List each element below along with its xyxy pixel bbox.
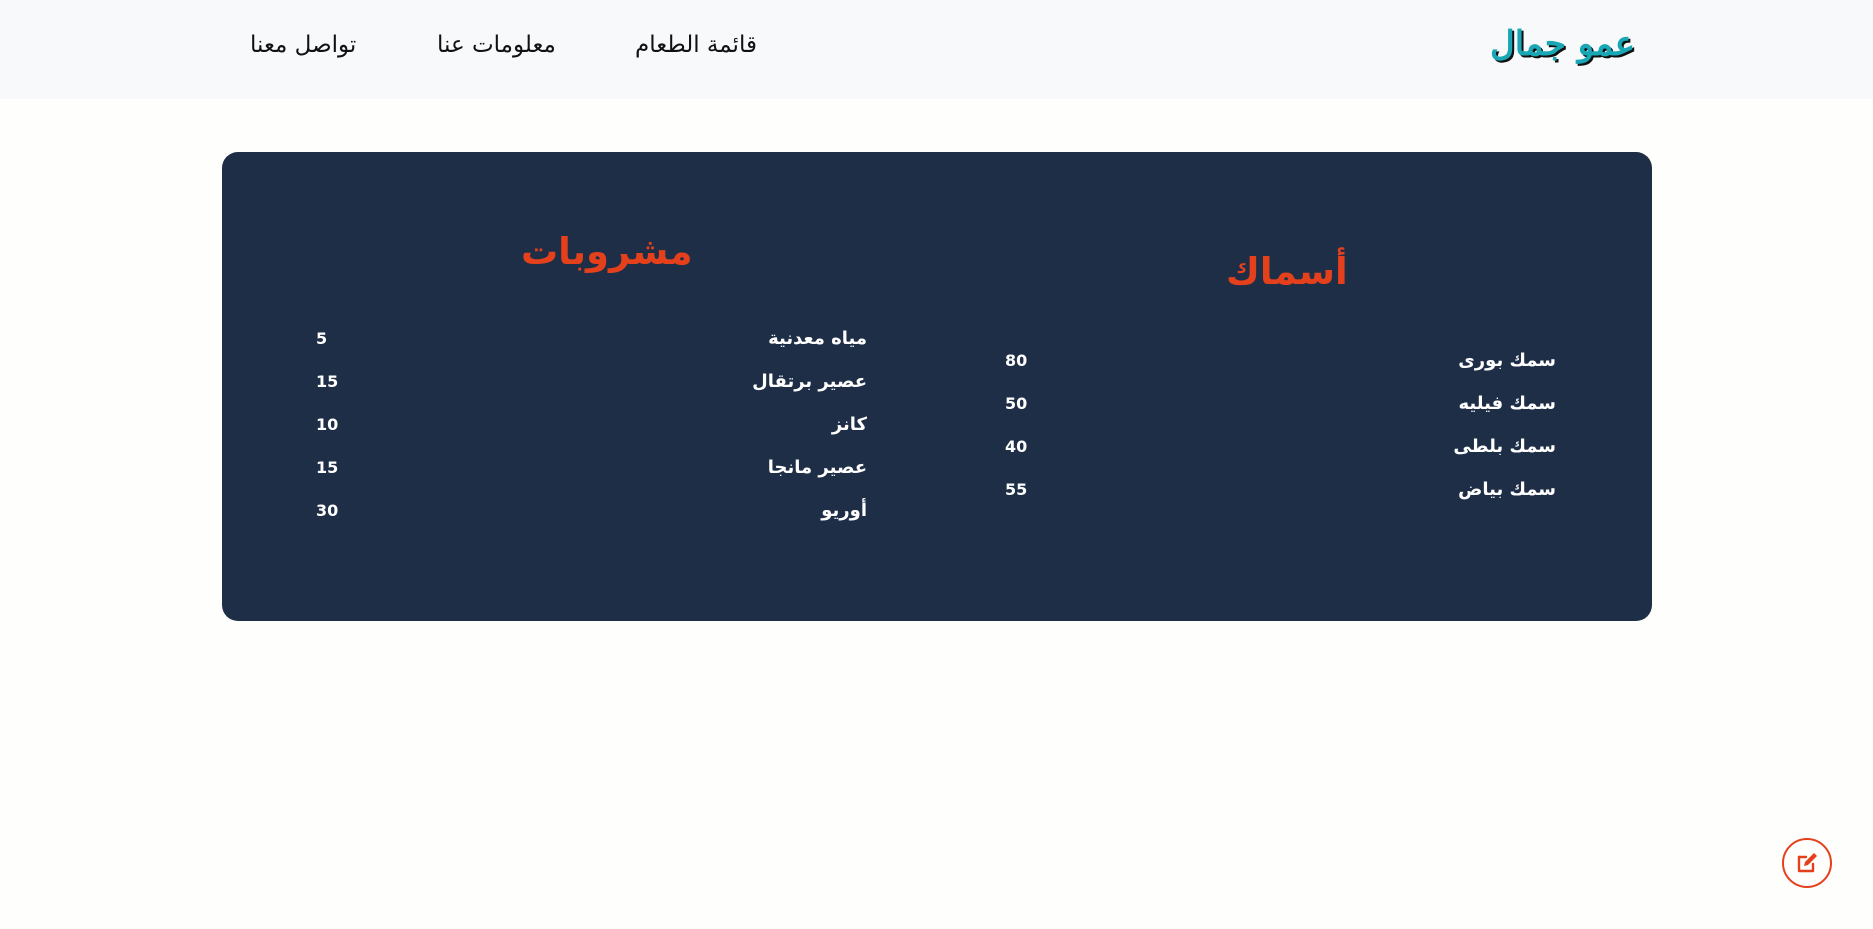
item-price: 55 [1005, 480, 1028, 499]
item-price: 15 [316, 458, 339, 477]
item-name: مياه معدنية [768, 328, 867, 349]
item-price: 50 [1005, 394, 1028, 413]
item-price: 80 [1005, 351, 1028, 370]
brand-logo[interactable]: عمو جمال [1490, 24, 1635, 64]
item-name: سمك بياض [1458, 479, 1556, 500]
item-name: عصير برتقال [752, 371, 867, 392]
nav-link-menu[interactable]: قائمة الطعام [635, 32, 757, 58]
drink-item: كانز 10 [316, 414, 867, 444]
item-name: سمك بورى [1458, 350, 1556, 371]
fish-item: سمك بورى 80 [1005, 350, 1556, 380]
item-price: 10 [316, 415, 339, 434]
edit-icon [1797, 853, 1817, 873]
item-name: كانز [831, 414, 867, 435]
drink-item: عصير مانجا 15 [316, 457, 867, 487]
item-name: أوريو [821, 500, 867, 521]
drink-item: مياه معدنية 5 [316, 328, 867, 358]
item-price: 15 [316, 372, 339, 391]
fish-item: سمك بلطى 40 [1005, 436, 1556, 466]
navbar: عمو جمال قائمة الطعام معلومات عنا تواصل … [0, 0, 1873, 99]
item-name: عصير مانجا [767, 457, 867, 478]
fish-section-title: أسماك [1226, 250, 1348, 293]
fish-item: سمك فيليه 50 [1005, 393, 1556, 423]
drink-item: أوريو 30 [316, 500, 867, 530]
fish-item: سمك بياض 55 [1005, 479, 1556, 509]
edit-button[interactable] [1782, 838, 1832, 888]
nav-link-about[interactable]: معلومات عنا [437, 32, 556, 58]
item-name: سمك فيليه [1458, 393, 1556, 414]
nav-link-contact[interactable]: تواصل معنا [250, 32, 356, 58]
drinks-section-title: مشروبات [521, 230, 693, 273]
drink-item: عصير برتقال 15 [316, 371, 867, 401]
item-price: 30 [316, 501, 339, 520]
item-price: 40 [1005, 437, 1028, 456]
item-price: 5 [316, 329, 328, 348]
item-name: سمك بلطى [1453, 436, 1556, 457]
